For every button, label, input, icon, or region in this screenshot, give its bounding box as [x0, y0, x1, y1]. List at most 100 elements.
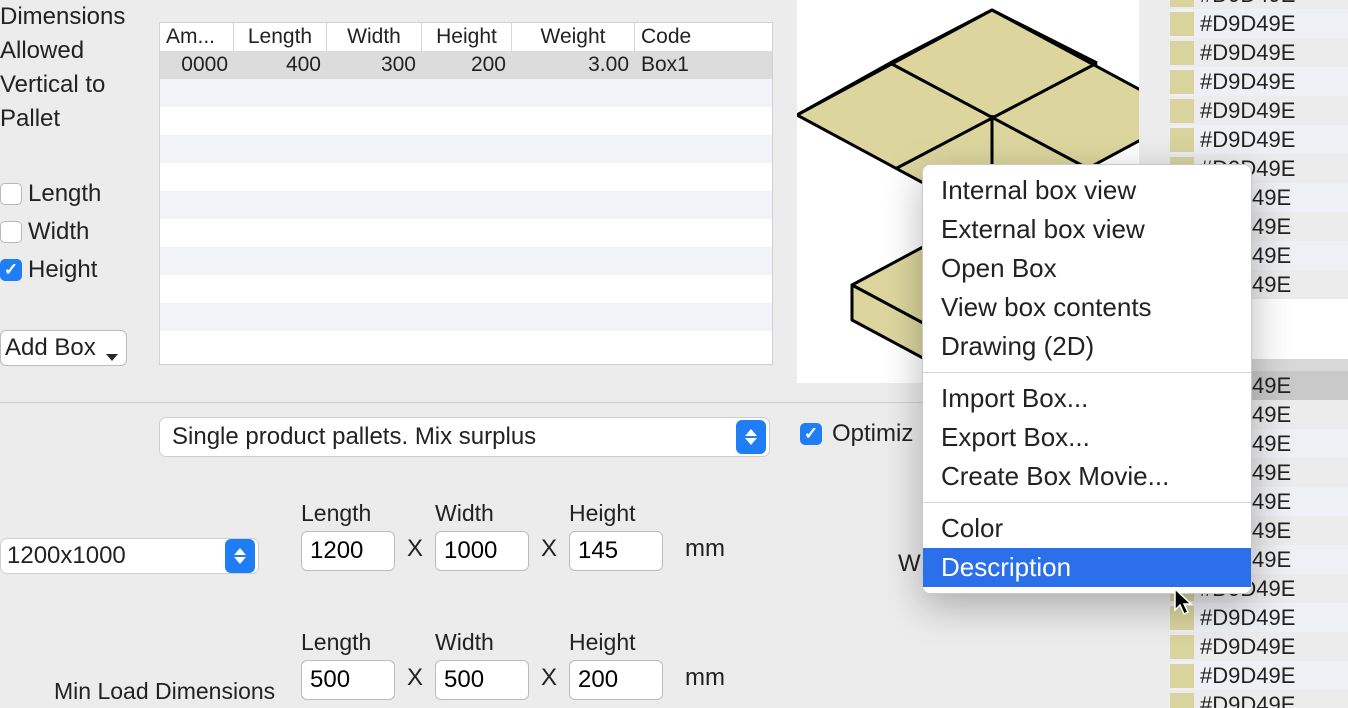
cell-height: 200 — [422, 53, 512, 77]
swatch-icon — [1170, 606, 1194, 630]
times-icon: X — [407, 535, 423, 571]
pallet-length-label: Length — [301, 500, 395, 527]
menu-import-box[interactable]: Import Box... — [923, 379, 1251, 418]
pallet-strategy-value: Single product pallets. Mix surplus — [172, 423, 536, 451]
times-icon: X — [407, 664, 423, 700]
pallet-type-select[interactable]: 1200x1000 — [0, 538, 259, 574]
table-row[interactable] — [160, 247, 772, 275]
list-item[interactable]: #D9D49E — [1170, 38, 1348, 67]
pallet-height-input[interactable] — [569, 531, 663, 571]
th-length[interactable]: Length — [234, 23, 327, 51]
dimensions-allowed-text: Dimensions Allowed Vertical to Pallet — [0, 0, 150, 136]
color-code: #D9D49E — [1200, 0, 1295, 8]
swatch-icon — [1170, 664, 1194, 688]
add-box-button[interactable]: Add Box — [0, 330, 127, 366]
th-width[interactable]: Width — [327, 23, 422, 51]
swatch-icon — [1170, 70, 1194, 94]
color-code: 49E — [1252, 185, 1291, 211]
weight-label-cut: W — [898, 550, 921, 578]
pallet-height-label: Height — [569, 500, 663, 527]
color-code: 49E — [1252, 489, 1291, 515]
color-code: 49E — [1252, 373, 1291, 399]
color-code: #D9D49E — [1200, 127, 1295, 153]
height-check-label: Height — [28, 256, 97, 284]
color-code: 49E — [1252, 272, 1291, 298]
orientation-group: Length Width Height — [0, 180, 101, 294]
color-code: 49E — [1252, 214, 1291, 240]
boxes-table[interactable]: Am... Length Width Height Weight Code 00… — [159, 22, 773, 365]
swatch-icon — [1170, 0, 1194, 7]
min-length-input[interactable] — [301, 660, 395, 700]
times-icon: X — [541, 535, 557, 571]
cell-code: Box1 — [635, 53, 772, 77]
length-check-label: Length — [28, 180, 101, 208]
cell-length: 400 — [234, 53, 327, 77]
list-item[interactable]: #D9D49E — [1170, 0, 1348, 9]
th-code[interactable]: Code — [635, 23, 772, 51]
cell-weight: 3.00 — [512, 53, 635, 77]
min-height-input[interactable] — [569, 660, 663, 700]
cell-amount: 0000 — [160, 53, 234, 77]
table-row[interactable] — [160, 135, 772, 163]
swatch-icon — [1170, 635, 1194, 659]
menu-internal-box-view[interactable]: Internal box view — [923, 171, 1251, 210]
table-row[interactable] — [160, 191, 772, 219]
add-box-label: Add Box — [5, 334, 96, 362]
swatch-icon — [1170, 693, 1194, 708]
th-height[interactable]: Height — [422, 23, 512, 51]
color-code: #D9D49E — [1200, 69, 1295, 95]
pallet-length-input[interactable] — [301, 531, 395, 571]
menu-external-box-view[interactable]: External box view — [923, 210, 1251, 249]
table-row[interactable] — [160, 107, 772, 135]
table-row[interactable] — [160, 219, 772, 247]
color-code: #D9D49E — [1200, 98, 1295, 124]
min-load-dim-label: Min Load Dimensions — [54, 678, 275, 705]
pallet-width-label: Width — [435, 500, 529, 527]
th-amount[interactable]: Am... — [160, 23, 234, 51]
height-checkbox[interactable] — [0, 259, 22, 281]
min-unit: mm — [685, 664, 725, 700]
width-checkbox[interactable] — [0, 221, 22, 243]
stepper-icon — [225, 539, 255, 573]
menu-export-box[interactable]: Export Box... — [923, 418, 1251, 457]
pallet-dims: Length X Width X Height mm — [301, 500, 725, 571]
list-item[interactable]: #D9D49E — [1170, 603, 1348, 632]
list-item[interactable]: #D9D49E — [1170, 9, 1348, 38]
menu-drawing-2d[interactable]: Drawing (2D) — [923, 327, 1251, 366]
color-code: #D9D49E — [1200, 663, 1295, 689]
menu-separator — [923, 502, 1251, 503]
pallet-width-input[interactable] — [435, 531, 529, 571]
list-item[interactable]: #D9D49E — [1170, 67, 1348, 96]
min-length-label: Length — [301, 629, 395, 656]
table-row[interactable] — [160, 303, 772, 331]
width-check-label: Width — [28, 218, 89, 246]
list-item[interactable]: #D9D49E — [1170, 690, 1348, 708]
pallet-unit: mm — [685, 535, 725, 571]
min-width-input[interactable] — [435, 660, 529, 700]
swatch-icon — [1170, 99, 1194, 123]
table-row[interactable] — [160, 163, 772, 191]
list-item[interactable]: #D9D49E — [1170, 125, 1348, 154]
context-menu: Internal box view External box view Open… — [922, 164, 1252, 594]
color-code: 49E — [1252, 460, 1291, 486]
menu-create-box-movie[interactable]: Create Box Movie... — [923, 457, 1251, 496]
menu-view-box-contents[interactable]: View box contents — [923, 288, 1251, 327]
times-icon: X — [541, 664, 557, 700]
list-item[interactable]: #D9D49E — [1170, 632, 1348, 661]
list-item[interactable]: #D9D49E — [1170, 96, 1348, 125]
table-row[interactable] — [160, 79, 772, 107]
menu-color[interactable]: Color — [923, 509, 1251, 548]
table-row[interactable] — [160, 331, 772, 359]
pallet-strategy-select[interactable]: Single product pallets. Mix surplus — [159, 417, 770, 457]
list-item[interactable]: #D9D49E — [1170, 661, 1348, 690]
table-row[interactable]: 0000 400 300 200 3.00 Box1 — [160, 51, 772, 79]
menu-open-box[interactable]: Open Box — [923, 249, 1251, 288]
stepper-icon — [736, 420, 766, 454]
optimize-checkbox[interactable] — [800, 423, 822, 445]
dim-lab-2: Allowed — [0, 34, 150, 68]
swatch-icon — [1170, 12, 1194, 36]
length-checkbox[interactable] — [0, 183, 22, 205]
th-weight[interactable]: Weight — [512, 23, 635, 51]
menu-description[interactable]: Description — [923, 548, 1251, 587]
table-row[interactable] — [160, 275, 772, 303]
